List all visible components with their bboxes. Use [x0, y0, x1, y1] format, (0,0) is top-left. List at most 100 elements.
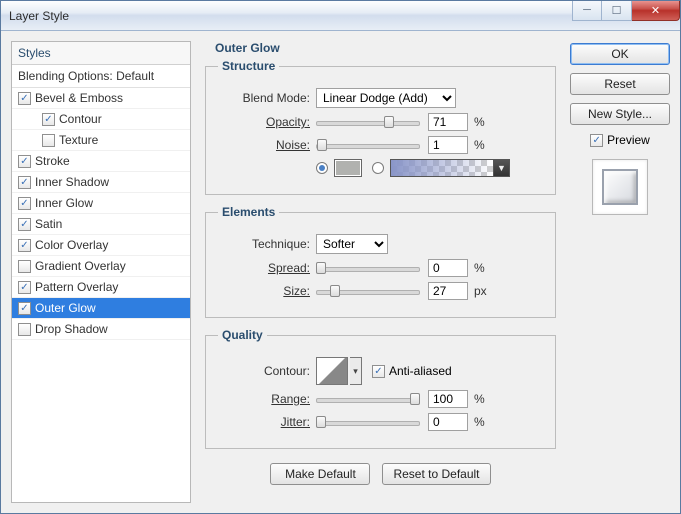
- technique-select[interactable]: Softer: [316, 234, 388, 254]
- quality-legend: Quality: [218, 328, 267, 342]
- style-item-stroke[interactable]: Stroke: [12, 151, 190, 172]
- reset-default-button[interactable]: Reset to Default: [382, 463, 490, 485]
- spread-value[interactable]: 0: [428, 259, 468, 277]
- style-label: Gradient Overlay: [35, 259, 126, 273]
- blending-options-row[interactable]: Blending Options: Default: [12, 65, 190, 88]
- color-swatch[interactable]: [334, 159, 362, 177]
- style-label: Color Overlay: [35, 238, 108, 252]
- style-checkbox[interactable]: [18, 323, 31, 336]
- layer-style-dialog: Layer Style ─ ☐ ✕ Styles Blending Option…: [0, 0, 681, 514]
- blend-mode-select[interactable]: Linear Dodge (Add): [316, 88, 456, 108]
- gradient-dropdown-icon[interactable]: ▼: [494, 159, 510, 177]
- style-checkbox[interactable]: [18, 218, 31, 231]
- technique-label: Technique:: [218, 237, 310, 251]
- size-slider[interactable]: [316, 282, 420, 300]
- styles-panel: Styles Blending Options: Default Bevel &…: [11, 41, 191, 503]
- style-label: Pattern Overlay: [35, 280, 118, 294]
- opacity-value[interactable]: 71: [428, 113, 468, 131]
- range-slider[interactable]: [316, 390, 420, 408]
- style-checkbox[interactable]: [42, 113, 55, 126]
- style-checkbox[interactable]: [18, 260, 31, 273]
- preview-inner: [602, 169, 638, 205]
- style-item-drop-shadow[interactable]: Drop Shadow: [12, 319, 190, 340]
- style-item-color-overlay[interactable]: Color Overlay: [12, 235, 190, 256]
- style-label: Drop Shadow: [35, 322, 108, 336]
- style-label: Inner Shadow: [35, 175, 109, 189]
- style-checkbox[interactable]: [18, 92, 31, 105]
- contour-picker[interactable]: [316, 357, 348, 385]
- style-label: Stroke: [35, 154, 70, 168]
- elements-group: Elements Technique: Softer Spread: 0 % S…: [205, 205, 556, 318]
- style-item-inner-glow[interactable]: Inner Glow: [12, 193, 190, 214]
- range-label: Range:: [218, 392, 310, 406]
- noise-value[interactable]: 1: [428, 136, 468, 154]
- window-title: Layer Style: [9, 9, 572, 23]
- default-buttons: Make Default Reset to Default: [201, 463, 560, 485]
- style-label: Bevel & Emboss: [35, 91, 123, 105]
- style-item-texture[interactable]: Texture: [12, 130, 190, 151]
- contour-dropdown-icon[interactable]: ▾: [350, 357, 362, 385]
- spread-slider[interactable]: [316, 259, 420, 277]
- panel-title: Outer Glow: [207, 41, 560, 55]
- style-item-pattern-overlay[interactable]: Pattern Overlay: [12, 277, 190, 298]
- style-label: Inner Glow: [35, 196, 93, 210]
- style-checkbox[interactable]: [42, 134, 55, 147]
- size-value[interactable]: 27: [428, 282, 468, 300]
- color-radio[interactable]: [316, 162, 328, 174]
- spread-label: Spread:: [218, 261, 310, 275]
- jitter-slider[interactable]: [316, 413, 420, 431]
- structure-legend: Structure: [218, 59, 279, 73]
- preview-checkbox[interactable]: [590, 134, 603, 147]
- make-default-button[interactable]: Make Default: [270, 463, 370, 485]
- style-item-outer-glow[interactable]: Outer Glow: [12, 298, 190, 319]
- contour-label: Contour:: [218, 364, 310, 378]
- right-column: OK Reset New Style... Preview: [570, 41, 670, 503]
- styles-list: Bevel & Emboss Contour Texture Stroke Inner …: [12, 88, 190, 340]
- style-item-contour[interactable]: Contour: [12, 109, 190, 130]
- size-unit: px: [474, 284, 487, 298]
- style-checkbox[interactable]: [18, 281, 31, 294]
- minimize-button[interactable]: ─: [572, 1, 602, 21]
- gradient-radio[interactable]: [372, 162, 384, 174]
- elements-legend: Elements: [218, 205, 279, 219]
- style-item-gradient-overlay[interactable]: Gradient Overlay: [12, 256, 190, 277]
- style-checkbox[interactable]: [18, 155, 31, 168]
- noise-slider[interactable]: [316, 136, 420, 154]
- styles-header[interactable]: Styles: [12, 42, 190, 65]
- style-checkbox[interactable]: [18, 176, 31, 189]
- anti-aliased-label: Anti-aliased: [389, 364, 452, 378]
- size-label: Size:: [218, 284, 310, 298]
- structure-group: Structure Blend Mode: Linear Dodge (Add)…: [205, 59, 556, 195]
- range-value[interactable]: 100: [428, 390, 468, 408]
- jitter-value[interactable]: 0: [428, 413, 468, 431]
- gradient-swatch[interactable]: [390, 159, 494, 177]
- main-panel: Outer Glow Structure Blend Mode: Linear …: [201, 41, 560, 503]
- new-style-button[interactable]: New Style...: [570, 103, 670, 125]
- style-checkbox[interactable]: [18, 239, 31, 252]
- dialog-body: Styles Blending Options: Default Bevel &…: [1, 31, 680, 513]
- style-checkbox[interactable]: [18, 302, 31, 315]
- preview-thumbnail: [592, 159, 648, 215]
- window-buttons: ─ ☐ ✕: [572, 1, 680, 21]
- style-item-satin[interactable]: Satin: [12, 214, 190, 235]
- style-label: Contour: [59, 112, 102, 126]
- close-button[interactable]: ✕: [632, 1, 680, 21]
- opacity-unit: %: [474, 115, 485, 129]
- style-label: Texture: [59, 133, 98, 147]
- maximize-button[interactable]: ☐: [602, 1, 632, 21]
- range-unit: %: [474, 392, 485, 406]
- jitter-unit: %: [474, 415, 485, 429]
- style-item-inner-shadow[interactable]: Inner Shadow: [12, 172, 190, 193]
- style-checkbox[interactable]: [18, 197, 31, 210]
- opacity-slider[interactable]: [316, 113, 420, 131]
- reset-button[interactable]: Reset: [570, 73, 670, 95]
- opacity-label: Opacity:: [218, 115, 310, 129]
- style-item-bevel-emboss[interactable]: Bevel & Emboss: [12, 88, 190, 109]
- ok-button[interactable]: OK: [570, 43, 670, 65]
- style-label: Outer Glow: [35, 301, 96, 315]
- noise-label: Noise:: [218, 138, 310, 152]
- spread-unit: %: [474, 261, 485, 275]
- noise-unit: %: [474, 138, 485, 152]
- blend-mode-label: Blend Mode:: [218, 91, 310, 105]
- anti-aliased-checkbox[interactable]: [372, 365, 385, 378]
